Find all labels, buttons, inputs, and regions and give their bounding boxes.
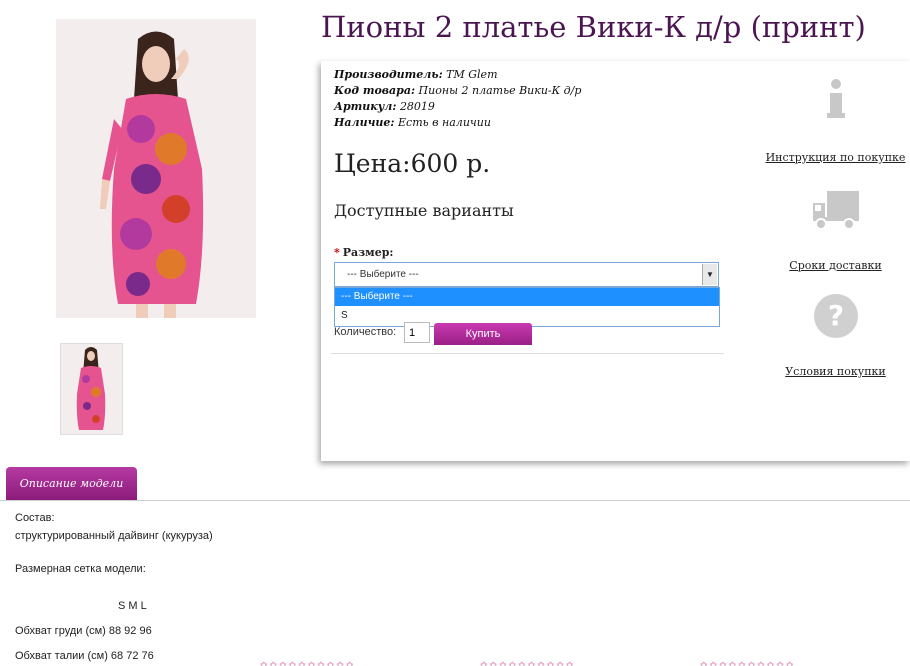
- size-chart-waist-row: Обхват талии (см) 68 72 76: [15, 650, 154, 662]
- product-main-image[interactable]: [56, 19, 256, 318]
- footer-decoration: ✿✿✿✿✿✿✿✿✿✿: [480, 660, 576, 666]
- product-price: Цена:600 р.: [334, 149, 491, 178]
- chevron-down-icon[interactable]: ▼: [702, 264, 717, 285]
- code-value: Пионы 2 платье Вики-К д/р: [418, 84, 582, 97]
- article-row: Артикул: 28019: [334, 99, 581, 115]
- size-label-text: Размер:: [342, 246, 394, 259]
- size-chart-label: Размерная сетка модели:: [15, 563, 146, 575]
- code-row: Код товара: Пионы 2 платье Вики-К д/р: [334, 83, 581, 99]
- side-link-instructions-label[interactable]: Инструкция по покупке: [761, 151, 910, 164]
- tab-divider: [0, 500, 910, 501]
- question-icon: ?: [813, 294, 858, 338]
- quantity-label: Количество:: [334, 326, 397, 338]
- stock-row: Наличие: Есть в наличии: [334, 115, 581, 131]
- divider: [331, 353, 724, 354]
- quantity-input[interactable]: [404, 322, 430, 343]
- variants-heading: Доступные варианты: [334, 201, 514, 220]
- side-link-terms[interactable]: ? Условия покупки: [761, 293, 910, 378]
- size-option-placeholder[interactable]: --- Выберите ---: [335, 288, 719, 306]
- stock-label: Наличие:: [334, 116, 395, 129]
- product-title: Пионы 2 платье Вики-К д/р (принт): [321, 10, 866, 44]
- size-select-value: --- Выберите ---: [347, 269, 419, 280]
- tab-description[interactable]: Описание модели: [6, 467, 137, 501]
- size-chart-chest-row: Обхват груди (см) 88 92 96: [15, 625, 152, 637]
- footer-decoration: ✿✿✿✿✿✿✿✿✿✿: [700, 660, 796, 666]
- side-link-delivery-label[interactable]: Сроки доставки: [761, 259, 910, 272]
- product-info-panel: Производитель: ТМ Glem Код товара: Пионы…: [321, 61, 910, 461]
- composition-value: структурированный дайвинг (кукуруза): [15, 530, 213, 542]
- buy-button[interactable]: Купить: [434, 323, 532, 345]
- product-meta: Производитель: ТМ Glem Код товара: Пионы…: [334, 67, 581, 131]
- side-link-delivery[interactable]: Сроки доставки: [761, 189, 910, 272]
- manufacturer-row: Производитель: ТМ Glem: [334, 67, 581, 83]
- side-link-terms-label[interactable]: Условия покупки: [761, 365, 910, 378]
- truck-icon: [812, 191, 859, 230]
- required-mark: *: [334, 246, 340, 259]
- size-chart-header: S M L: [118, 600, 147, 612]
- stock-value: Есть в наличии: [398, 116, 491, 129]
- manufacturer-value: ТМ Glem: [446, 68, 498, 81]
- code-label: Код товара:: [334, 84, 416, 97]
- size-label: * Размер:: [334, 246, 394, 259]
- svg-text:?: ?: [827, 299, 843, 332]
- product-thumbnail[interactable]: [60, 343, 123, 435]
- article-label: Артикул:: [334, 100, 397, 113]
- manufacturer-label: Производитель:: [334, 68, 443, 81]
- info-icon: [826, 79, 845, 118]
- article-value: 28019: [399, 100, 435, 113]
- footer-decoration: ✿✿✿✿✿✿✿✿✿✿: [260, 660, 356, 666]
- side-link-instructions[interactable]: Инструкция по покупке: [761, 77, 910, 164]
- size-select[interactable]: --- Выберите --- ▼: [334, 262, 719, 287]
- composition-label: Состав:: [15, 512, 55, 524]
- size-dropdown-list: --- Выберите --- S: [334, 287, 720, 327]
